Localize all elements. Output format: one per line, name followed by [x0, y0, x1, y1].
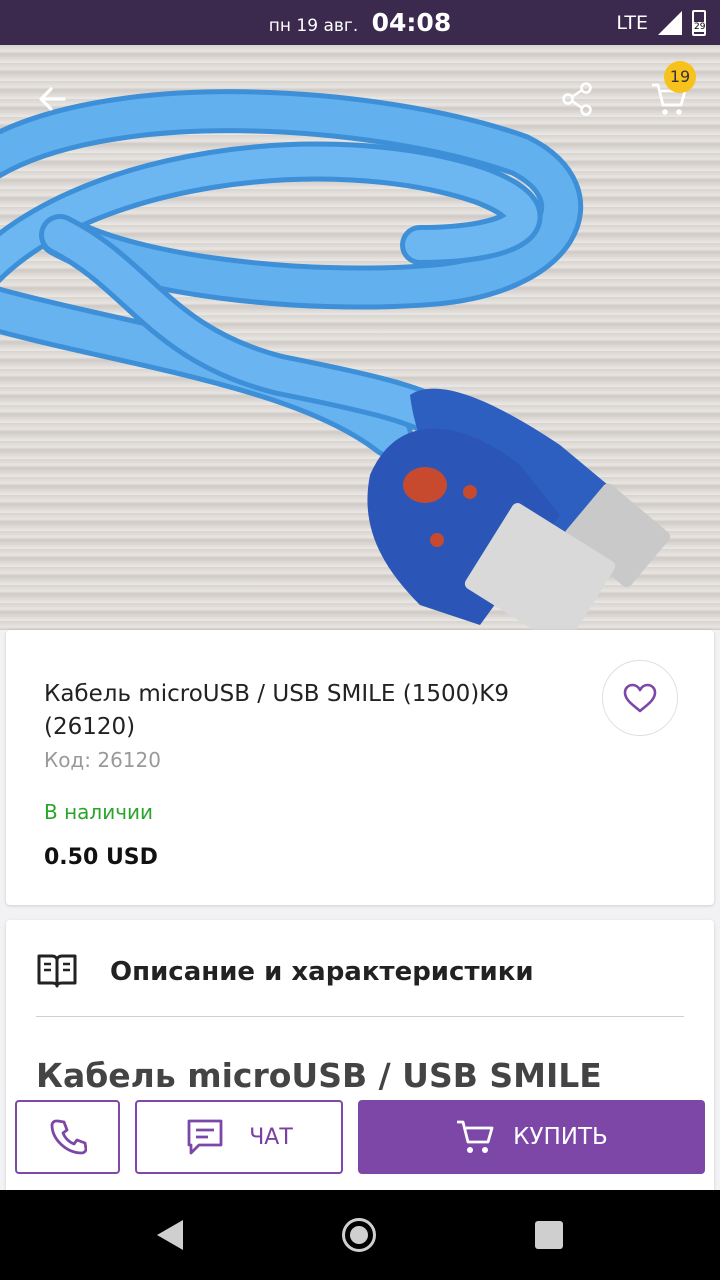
product-title: Кабель microUSB / USB SMILE (1500)K9 (26… — [44, 681, 509, 740]
call-button[interactable] — [15, 1100, 120, 1174]
product-image[interactable]: 19 — [0, 45, 720, 630]
network-label: LTE — [616, 12, 648, 34]
buy-button-label: КУПИТЬ — [513, 1124, 608, 1150]
nav-back-icon[interactable] — [155, 1218, 185, 1252]
nav-recents-icon[interactable] — [535, 1221, 563, 1249]
book-icon — [37, 954, 77, 988]
buy-button[interactable]: КУПИТЬ — [358, 1100, 705, 1174]
chat-icon — [187, 1119, 223, 1155]
favorite-button[interactable] — [602, 660, 678, 736]
battery-icon: 29 — [692, 10, 706, 36]
description-heading[interactable]: Описание и характеристики — [110, 957, 534, 987]
status-time: 04:08 — [371, 8, 452, 37]
cable-photo — [0, 89, 670, 630]
product-info-card: Кабель microUSB / USB SMILE (1500)K9 (26… — [6, 630, 714, 905]
status-indicators: LTE 29 — [616, 10, 706, 36]
cart-icon — [457, 1120, 494, 1153]
availability-status: В наличии — [44, 800, 154, 824]
product-code: Код: 26120 — [44, 748, 161, 772]
divider — [36, 1016, 684, 1017]
share-icon — [562, 82, 592, 116]
product-price: 0.50 USD — [44, 845, 158, 870]
cart-count-badge: 19 — [664, 61, 696, 93]
battery-level: 29 — [694, 22, 706, 32]
back-button[interactable] — [28, 75, 76, 123]
signal-icon — [658, 11, 682, 35]
status-date: пн 19 авг. — [268, 16, 359, 36]
status-datetime: пн 19 авг. 04:08 — [0, 8, 720, 37]
chat-button-label: ЧАТ — [249, 1124, 293, 1150]
phone-icon — [50, 1119, 87, 1155]
nav-home-icon[interactable] — [342, 1218, 376, 1252]
heart-icon — [623, 683, 657, 713]
description-subtitle: Кабель microUSB / USB SMILE — [36, 1056, 602, 1095]
status-bar: пн 19 авг. 04:08 LTE 29 — [0, 0, 720, 45]
chat-button[interactable]: ЧАТ — [135, 1100, 343, 1174]
navigation-bar — [0, 1190, 720, 1280]
share-button[interactable] — [553, 75, 601, 123]
back-arrow-icon — [39, 87, 66, 111]
